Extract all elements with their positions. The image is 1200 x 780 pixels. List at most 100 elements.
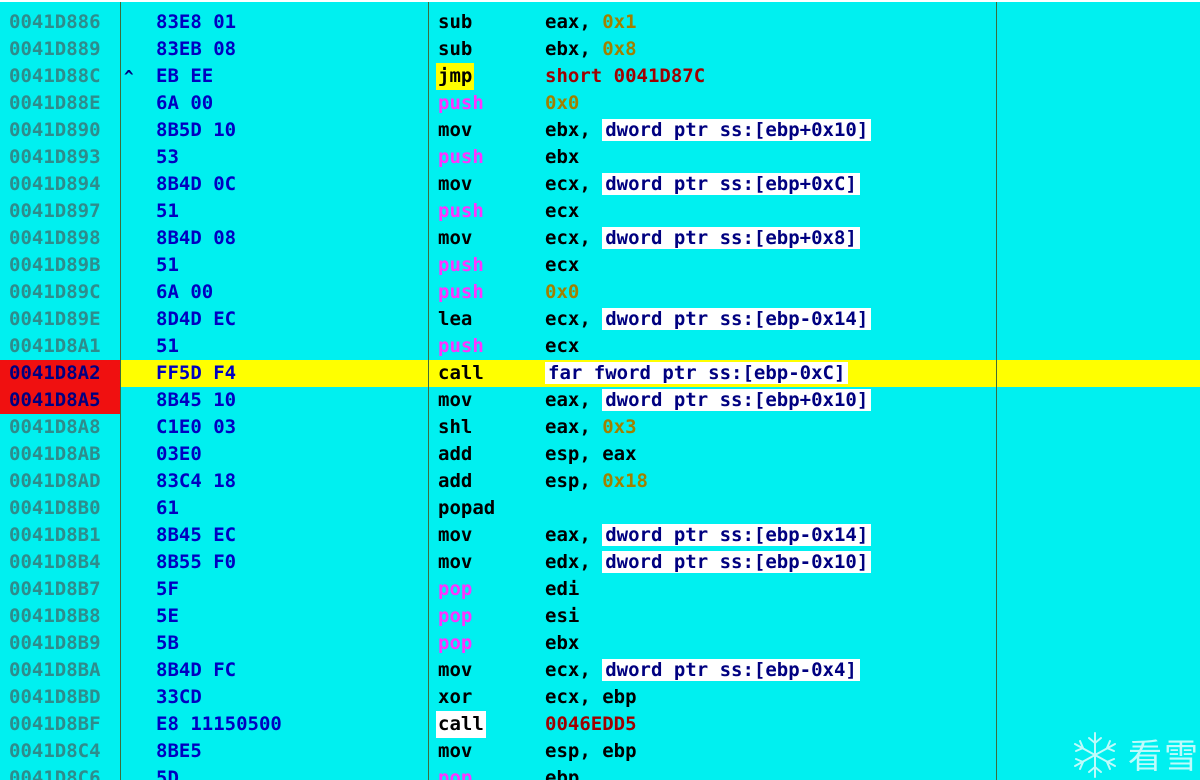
hex-bytes-cell[interactable]: 51 bbox=[156, 198, 179, 225]
instruction-row[interactable]: 0041D8B7 5F pop edi bbox=[0, 576, 1200, 603]
hex-bytes-cell[interactable]: 8B4D 08 bbox=[156, 225, 236, 252]
instruction-row[interactable]: 0041D8AB 03E0 add esp, eax bbox=[0, 441, 1200, 468]
hex-bytes-cell[interactable]: 5D bbox=[156, 765, 179, 780]
mnemonic[interactable]: pop bbox=[436, 765, 474, 780]
hex-bytes-cell[interactable]: 51 bbox=[156, 252, 179, 279]
address-cell[interactable]: 0041D8B9 bbox=[0, 630, 120, 657]
instruction-row[interactable]: 0041D89C 6A 00 push 0x0 bbox=[0, 279, 1200, 306]
hex-bytes-cell[interactable]: 6A 00 bbox=[156, 279, 213, 306]
address-cell[interactable]: 0041D893 bbox=[0, 144, 120, 171]
mnemonic[interactable]: add bbox=[436, 441, 474, 468]
mnemonic[interactable]: pop bbox=[436, 630, 474, 657]
instruction-row[interactable]: 0041D8A5 8B45 10 mov eax, dword ptr ss:[ebp… bbox=[0, 387, 1200, 414]
operands[interactable]: ecx, dword ptr ss:[ebp+0x8] bbox=[545, 225, 860, 252]
hex-bytes-cell[interactable]: 5F bbox=[156, 576, 179, 603]
hex-bytes-cell[interactable]: 8B4D 0C bbox=[156, 171, 236, 198]
address-cell[interactable]: 0041D8B4 bbox=[0, 549, 120, 576]
operands[interactable]: ebx bbox=[545, 630, 579, 657]
disassembly-pane[interactable]: 0041D886 83E8 01 sub eax, 0x1 0041D889 83EB 0… bbox=[0, 0, 1200, 780]
mnemonic[interactable]: sub bbox=[436, 36, 474, 63]
instruction-row-selected[interactable]: 0041D8A2 FF5D F4 call far fword ptr ss:[ebp… bbox=[0, 360, 1200, 387]
address-cell[interactable]: 0041D894 bbox=[0, 171, 120, 198]
hex-bytes-cell[interactable]: 8D4D EC bbox=[156, 306, 236, 333]
instruction-row[interactable]: 0041D893 53 push ebx bbox=[0, 144, 1200, 171]
address-cell[interactable]: 0041D8BD bbox=[0, 684, 120, 711]
instruction-row[interactable]: 0041D8BF E8 11150500 call 0046EDD5 bbox=[0, 711, 1200, 738]
hex-bytes-cell[interactable]: 83C4 18 bbox=[156, 468, 236, 495]
hex-bytes-cell[interactable]: 83EB 08 bbox=[156, 36, 236, 63]
hex-bytes-cell[interactable]: 8B4D FC bbox=[156, 657, 236, 684]
column-divider-address[interactable] bbox=[120, 2, 121, 780]
hex-bytes-cell[interactable]: 8B45 EC bbox=[156, 522, 236, 549]
instruction-row[interactable]: 0041D88C ^ EB EE jmp short 0041D87C bbox=[0, 63, 1200, 90]
mnemonic[interactable]: call bbox=[436, 711, 486, 738]
hex-bytes-cell[interactable]: 8B55 F0 bbox=[156, 549, 236, 576]
address-cell[interactable]: 0041D89B bbox=[0, 252, 120, 279]
hex-bytes-cell[interactable]: 8B45 10 bbox=[156, 387, 236, 414]
mnemonic[interactable]: mov bbox=[436, 225, 474, 252]
operands[interactable]: eax, 0x3 bbox=[545, 414, 637, 441]
mnemonic[interactable]: mov bbox=[436, 117, 474, 144]
address-cell[interactable]: 0041D897 bbox=[0, 198, 120, 225]
address-cell[interactable]: 0041D8BF bbox=[0, 711, 120, 738]
mnemonic[interactable]: lea bbox=[436, 306, 474, 333]
operands[interactable]: esi bbox=[545, 603, 579, 630]
hex-bytes-cell[interactable]: C1E0 03 bbox=[156, 414, 236, 441]
operands[interactable]: ebp bbox=[545, 765, 579, 780]
address-cell[interactable]: 0041D8BA bbox=[0, 657, 120, 684]
address-cell[interactable]: 0041D890 bbox=[0, 117, 120, 144]
hex-bytes-cell[interactable]: EB EE bbox=[156, 63, 213, 90]
mnemonic[interactable]: sub bbox=[436, 9, 474, 36]
address-cell[interactable]: 0041D889 bbox=[0, 36, 120, 63]
mnemonic[interactable]: push bbox=[436, 333, 486, 360]
operands[interactable]: 0x0 bbox=[545, 279, 579, 306]
operands[interactable]: ebx, dword ptr ss:[ebp+0x10] bbox=[545, 117, 872, 144]
hex-bytes-cell[interactable]: 03E0 bbox=[156, 441, 202, 468]
mnemonic[interactable]: push bbox=[436, 90, 486, 117]
mnemonic[interactable]: jmp bbox=[436, 63, 475, 90]
mnemonic[interactable]: pop bbox=[436, 603, 474, 630]
instruction-row[interactable]: 0041D897 51 push ecx bbox=[0, 198, 1200, 225]
operands[interactable]: ebx, 0x8 bbox=[545, 36, 637, 63]
mnemonic[interactable]: push bbox=[436, 144, 486, 171]
address-cell-breakpoint[interactable]: 0041D8A2 bbox=[0, 360, 120, 387]
operands[interactable]: edx, dword ptr ss:[ebp-0x10] bbox=[545, 549, 872, 576]
hex-bytes-cell[interactable]: 53 bbox=[156, 144, 179, 171]
address-cell[interactable]: 0041D8A1 bbox=[0, 333, 120, 360]
operands[interactable]: eax, dword ptr ss:[ebp-0x14] bbox=[545, 522, 872, 549]
instruction-row[interactable]: 0041D8B1 8B45 EC mov eax, dword ptr ss:[ebp… bbox=[0, 522, 1200, 549]
operands[interactable]: eax, 0x1 bbox=[545, 9, 637, 36]
operands[interactable]: ecx, dword ptr ss:[ebp+0xC] bbox=[545, 171, 860, 198]
instruction-row[interactable]: 0041D8BA 8B4D FC mov ecx, dword ptr ss:[ebp… bbox=[0, 657, 1200, 684]
address-cell[interactable]: 0041D88E bbox=[0, 90, 120, 117]
hex-bytes-cell[interactable]: 33CD bbox=[156, 684, 202, 711]
mnemonic[interactable]: mov bbox=[436, 657, 474, 684]
address-cell[interactable]: 0041D8C6 bbox=[0, 765, 120, 780]
instruction-row[interactable]: 0041D8BD 33CD xor ecx, ebp bbox=[0, 684, 1200, 711]
column-divider-hex[interactable] bbox=[428, 2, 429, 780]
operands[interactable]: 0x0 bbox=[545, 90, 579, 117]
hex-bytes-cell[interactable]: 83E8 01 bbox=[156, 9, 236, 36]
instruction-row[interactable]: 0041D894 8B4D 0C mov ecx, dword ptr ss:[ebp… bbox=[0, 171, 1200, 198]
hex-bytes-cell[interactable]: FF5D F4 bbox=[156, 360, 236, 387]
mnemonic[interactable]: push bbox=[436, 279, 486, 306]
operands[interactable]: esp, eax bbox=[545, 441, 637, 468]
mnemonic[interactable]: mov bbox=[436, 387, 474, 414]
operands[interactable]: short 0041D87C bbox=[545, 63, 705, 90]
instruction-row[interactable]: 0041D889 83EB 08 sub ebx, 0x8 bbox=[0, 36, 1200, 63]
mnemonic[interactable]: mov bbox=[436, 522, 474, 549]
operands[interactable]: far fword ptr ss:[ebp-0xC] bbox=[545, 360, 849, 387]
mnemonic[interactable]: call bbox=[436, 360, 486, 387]
instruction-row[interactable]: 0041D8B9 5B pop ebx bbox=[0, 630, 1200, 657]
instruction-row[interactable]: 0041D8A8 C1E0 03 shl eax, 0x3 bbox=[0, 414, 1200, 441]
instruction-row[interactable]: 0041D89B 51 push ecx bbox=[0, 252, 1200, 279]
instruction-row[interactable]: 0041D8AD 83C4 18 add esp, 0x18 bbox=[0, 468, 1200, 495]
instruction-row[interactable]: 0041D88E 6A 00 push 0x0 bbox=[0, 90, 1200, 117]
instruction-row[interactable]: 0041D8B8 5E pop esi bbox=[0, 603, 1200, 630]
hex-bytes-cell[interactable]: 8B5D 10 bbox=[156, 117, 236, 144]
mnemonic[interactable]: mov bbox=[436, 549, 474, 576]
mnemonic[interactable]: mov bbox=[436, 171, 474, 198]
instruction-row[interactable]: 0041D898 8B4D 08 mov ecx, dword ptr ss:[ebp… bbox=[0, 225, 1200, 252]
operands[interactable]: ecx bbox=[545, 333, 579, 360]
address-cell[interactable]: 0041D8B0 bbox=[0, 495, 120, 522]
